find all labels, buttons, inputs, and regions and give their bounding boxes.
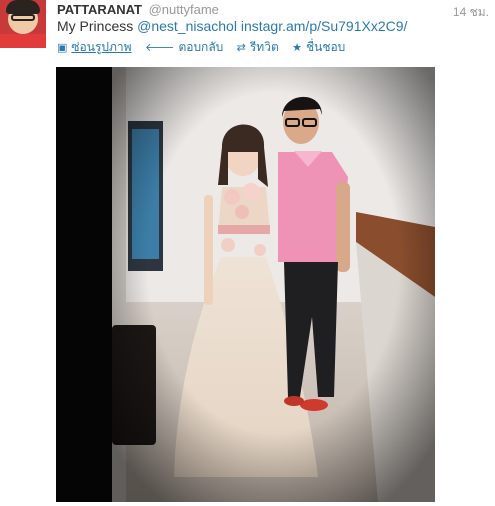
avatar-shirt <box>0 34 46 48</box>
reply-button[interactable]: 🡐 ตอบกลับ <box>145 38 223 57</box>
tweet: PATTARANAT @nuttyfame 14 ชม. My Princess… <box>0 0 495 506</box>
tweet-header: PATTARANAT @nuttyfame <box>57 2 219 17</box>
favorite-button[interactable]: ★ ชื่นชอบ <box>292 38 345 57</box>
retweet-button[interactable]: ⇄ รีทวิต <box>237 38 279 57</box>
retweet-label: รีทวิต <box>249 40 279 54</box>
star-icon: ★ <box>292 42 302 54</box>
reply-label: ตอบกลับ <box>178 40 224 54</box>
retweet-icon: ⇄ <box>236 42 246 54</box>
hide-photo-label: ซ่อนรูปภาพ <box>71 40 132 54</box>
tweet-text-prefix: My Princess <box>57 18 138 34</box>
avatar-glasses <box>11 14 35 21</box>
avatar[interactable] <box>0 0 46 48</box>
author-name[interactable]: PATTARANAT <box>57 2 142 17</box>
avatar-hair <box>6 0 40 14</box>
timestamp[interactable]: 14 ชม. <box>453 3 489 22</box>
reply-arrow-icon: 🡐 <box>144 42 175 54</box>
hide-photo-button[interactable]: ▣ ซ่อนรูปภาพ <box>57 38 132 57</box>
photo-illustration <box>56 67 435 502</box>
tweet-text: My Princess @nest_nisachol instagr.am/p/… <box>57 18 407 34</box>
author-handle[interactable]: @nuttyfame <box>149 2 219 17</box>
favorite-label: ชื่นชอบ <box>305 40 346 54</box>
tweet-photo[interactable] <box>56 67 435 502</box>
instagram-link[interactable]: instagr.am/p/Su791Xx2C9/ <box>241 18 408 34</box>
tweet-actions: ▣ ซ่อนรูปภาพ 🡐 ตอบกลับ ⇄ รีทวิต ★ ชื่นชอบ <box>57 38 355 57</box>
photo-icon: ▣ <box>57 42 68 54</box>
mention-link[interactable]: @nest_nisachol <box>137 18 237 34</box>
